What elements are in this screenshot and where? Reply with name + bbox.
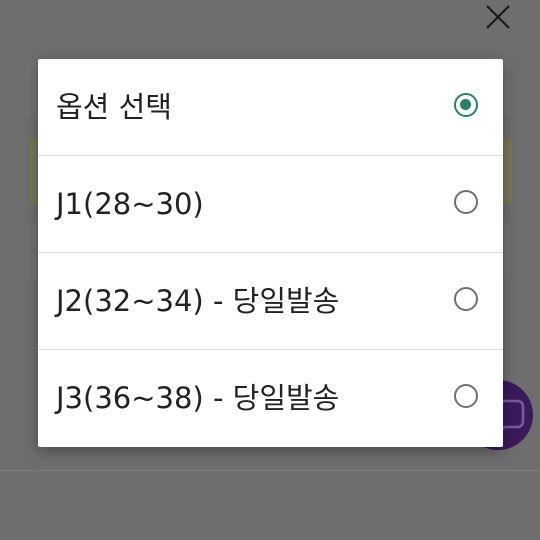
radio-button[interactable]	[454, 287, 478, 311]
background-divider	[0, 470, 540, 471]
option-item[interactable]: J3(36~38) - 당일발송	[38, 350, 503, 447]
option-item[interactable]: J2(32~34) - 당일발송	[38, 253, 503, 350]
option-label: 옵션 선택	[56, 90, 172, 124]
radio-dot	[460, 99, 471, 110]
option-label: J1(28~30)	[56, 187, 204, 221]
option-item[interactable]: 옵션 선택	[38, 59, 503, 156]
close-icon	[486, 5, 510, 29]
radio-button[interactable]	[454, 190, 478, 214]
radio-button-selected[interactable]	[454, 93, 478, 117]
radio-button[interactable]	[454, 384, 478, 408]
close-button[interactable]	[480, 0, 516, 36]
option-label: J2(32~34) - 당일발송	[56, 284, 340, 318]
option-item[interactable]: J1(28~30)	[38, 156, 503, 253]
option-select-dialog: 옵션 선택 J1(28~30) J2(32~34) - 당일발송 J3(36~3…	[38, 59, 503, 447]
option-label: J3(36~38) - 당일발송	[56, 381, 340, 415]
